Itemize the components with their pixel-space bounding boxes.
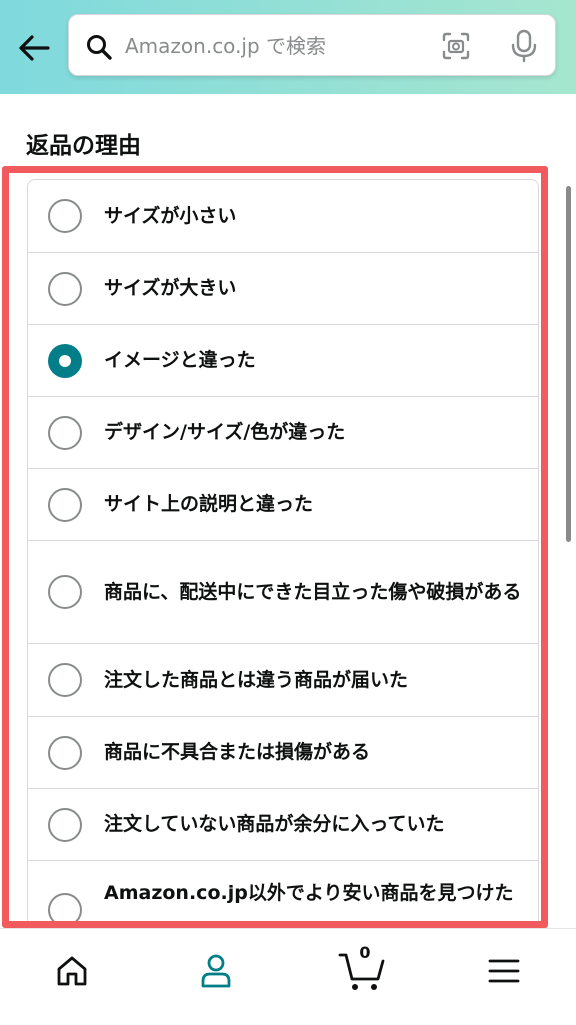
reason-label: デザイン/サイズ/色が違った <box>104 421 346 443</box>
reason-option[interactable]: サイズが小さい <box>28 180 538 253</box>
reason-option[interactable]: 商品に不具合または損傷がある <box>28 717 538 789</box>
reason-option[interactable]: サイズが大きい <box>28 253 538 325</box>
reason-option[interactable]: サイト上の説明と違った <box>28 469 538 541</box>
nav-home[interactable] <box>44 943 100 999</box>
radio-button[interactable] <box>48 807 82 842</box>
reason-label: サイズが大きい <box>104 277 237 299</box>
nav-account[interactable] <box>188 943 244 999</box>
account-icon <box>201 954 231 988</box>
search-icon[interactable] <box>85 33 113 61</box>
reason-option[interactable]: Amazon.co.jp以外でより安い商品を見つけた <box>28 861 538 921</box>
search-bar <box>68 14 556 76</box>
reason-option[interactable]: 注文していない商品が余分に入っていた <box>28 789 538 861</box>
radio-button[interactable] <box>48 487 82 522</box>
menu-icon <box>488 959 520 983</box>
radio-button[interactable] <box>48 663 82 697</box>
reason-label: サイズが小さい <box>104 204 237 227</box>
radio-button[interactable] <box>48 735 82 770</box>
scrollbar[interactable] <box>566 186 571 542</box>
home-icon <box>57 956 87 986</box>
radio-button-selected[interactable] <box>48 343 82 378</box>
reason-option[interactable]: 商品に、配送中にできた目立った傷や破損がある <box>28 541 538 644</box>
reason-label: 商品に不具合または損傷がある <box>104 741 371 763</box>
bottom-navigation: 0 <box>0 928 576 1025</box>
search-input[interactable] <box>125 27 425 65</box>
section-title: 返品の理由 <box>26 133 141 159</box>
reason-label: イメージと違った <box>104 349 256 371</box>
return-reason-list: サイズが小さい サイズが大きい イメージと違った デザイン/サイズ/色が違った … <box>27 179 539 921</box>
reason-option[interactable]: 注文した商品とは違う商品が届いた <box>28 644 538 717</box>
back-arrow-icon <box>19 35 50 61</box>
reason-option[interactable]: イメージと違った <box>28 325 538 397</box>
reason-option[interactable]: デザイン/サイズ/色が違った <box>28 397 538 469</box>
radio-button[interactable] <box>48 575 82 609</box>
microphone-icon[interactable] <box>509 29 539 63</box>
nav-cart[interactable]: 0 <box>334 943 390 999</box>
nav-menu[interactable] <box>476 943 532 999</box>
cart-count-badge: 0 <box>359 943 371 962</box>
app-header <box>0 0 576 94</box>
camera-scan-icon[interactable] <box>441 31 471 61</box>
radio-button[interactable] <box>48 415 82 450</box>
reason-label: 商品に、配送中にできた目立った傷や破損がある <box>104 580 522 603</box>
reason-label: Amazon.co.jp以外でより安い商品を見つけた <box>104 882 514 904</box>
radio-button[interactable] <box>48 893 82 921</box>
radio-button[interactable] <box>48 199 82 233</box>
reason-label: 注文していない商品が余分に入っていた <box>104 813 445 835</box>
radio-dot <box>59 354 71 367</box>
return-reason-list-viewport: サイズが小さい サイズが大きい イメージと違った デザイン/サイズ/色が違った … <box>27 179 539 921</box>
back-button[interactable] <box>14 30 54 66</box>
reason-label: 注文した商品とは違う商品が届いた <box>104 668 409 691</box>
radio-button[interactable] <box>48 271 82 306</box>
reason-label: サイト上の説明と違った <box>104 493 314 515</box>
